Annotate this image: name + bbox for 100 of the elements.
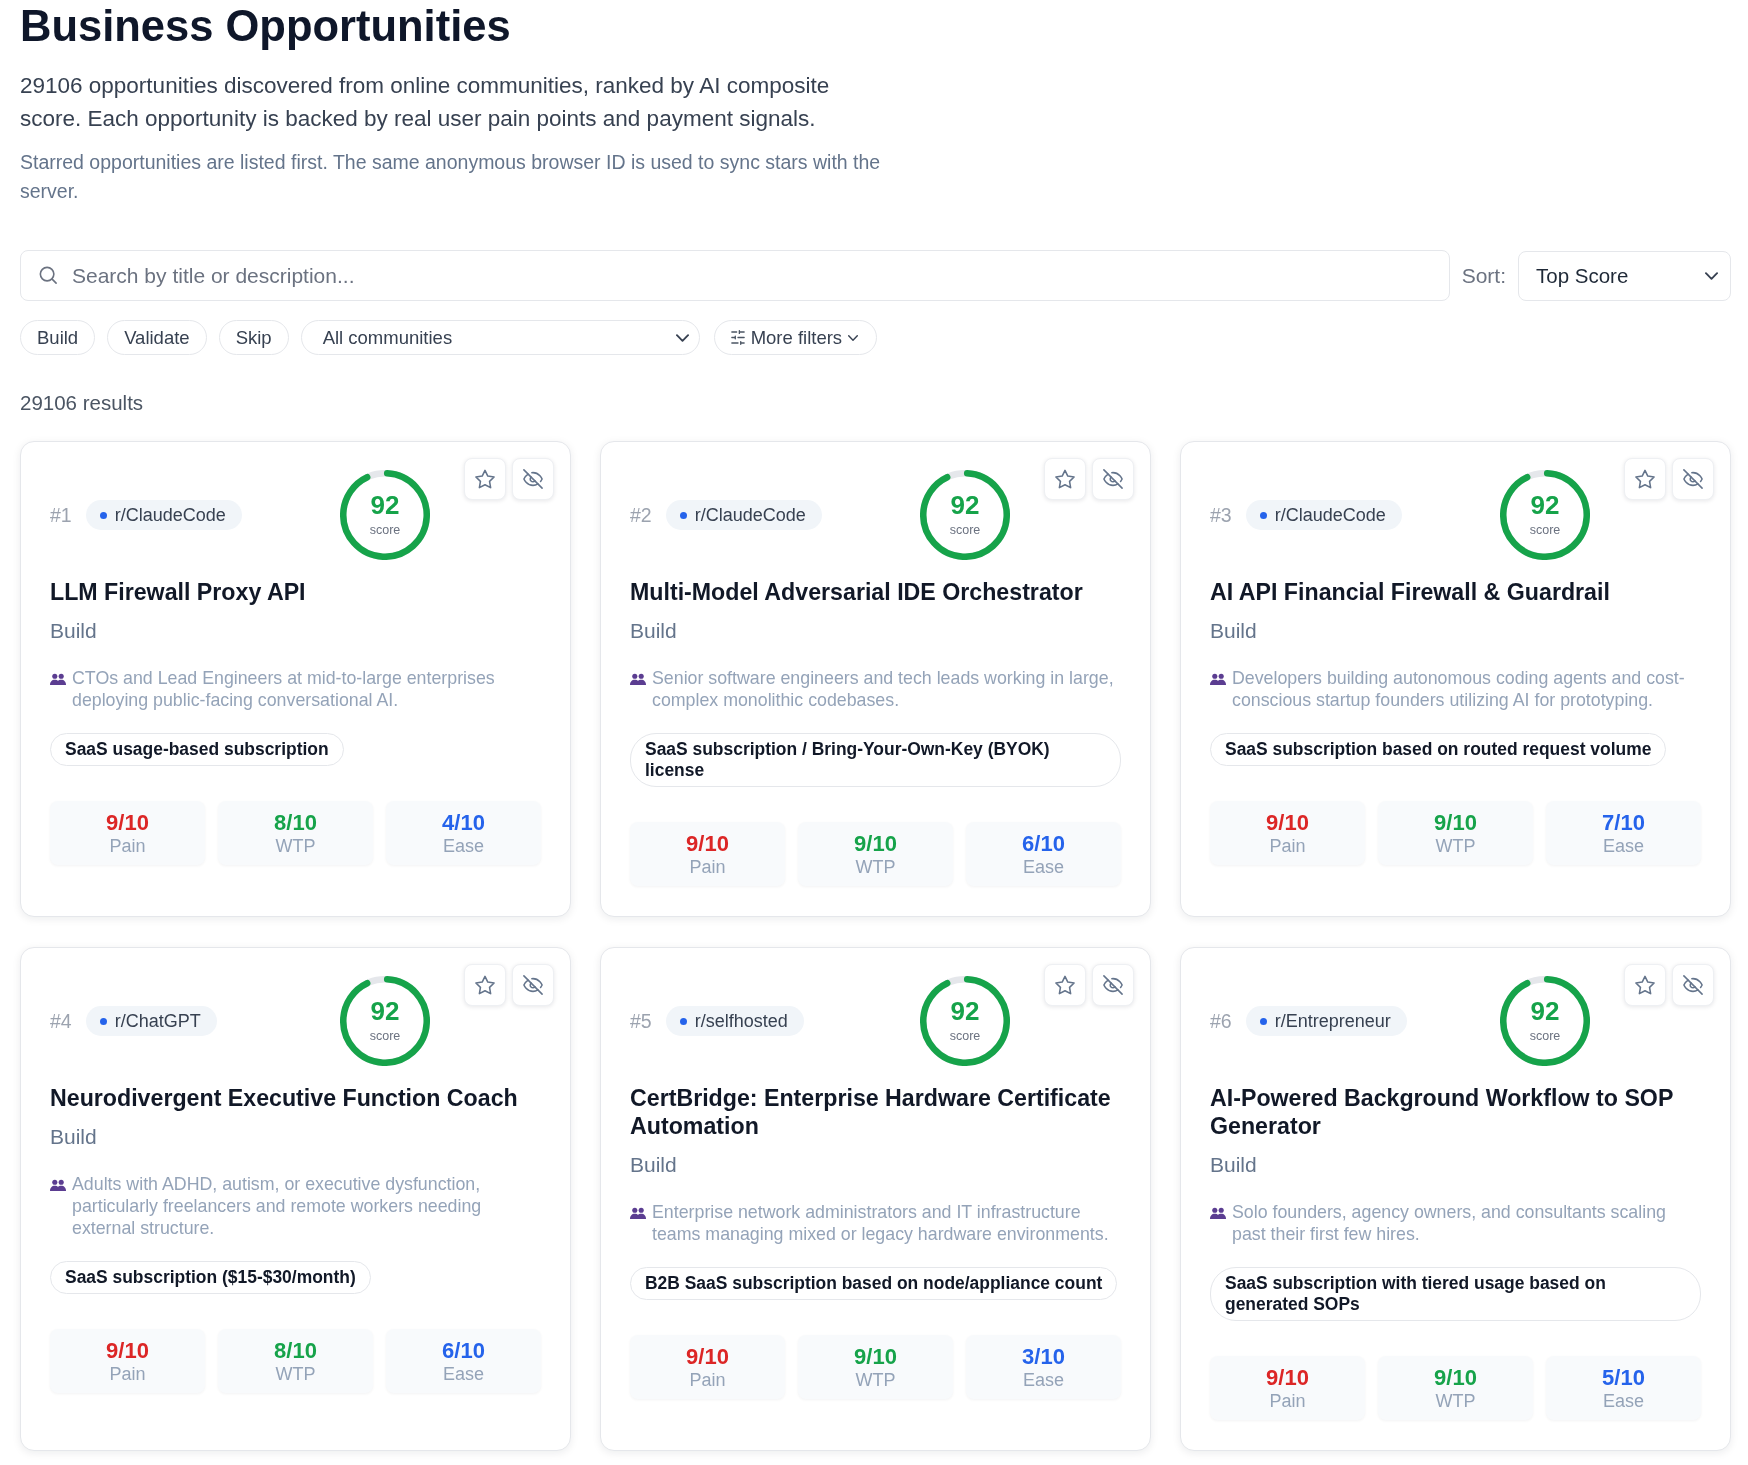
eye-off-icon bbox=[1103, 975, 1123, 995]
filter-chip[interactable]: Build bbox=[20, 320, 96, 355]
metric-value: 6/10 bbox=[1021, 832, 1066, 856]
metric-value: 9/10 bbox=[685, 832, 730, 856]
community-tag[interactable]: r/ClaudeCode bbox=[1245, 500, 1402, 530]
eye-off-icon bbox=[523, 975, 543, 995]
hide-button[interactable] bbox=[1672, 458, 1714, 500]
metric-value: 9/10 bbox=[853, 832, 898, 856]
chevron-down-icon bbox=[1705, 271, 1718, 280]
score-label: score bbox=[1529, 1027, 1561, 1044]
metric-value: 8/10 bbox=[273, 811, 318, 835]
more-filters-button[interactable]: More filters bbox=[713, 320, 878, 355]
rank-number: #4 bbox=[50, 1009, 72, 1033]
metric-label: Pain bbox=[1268, 835, 1307, 857]
hide-button[interactable] bbox=[512, 964, 554, 1006]
card-title: AI-Powered Background Workflow to SOP Generator bbox=[1210, 1084, 1674, 1140]
metric-value: 3/10 bbox=[1021, 1345, 1066, 1369]
community-name: r/ChatGPT bbox=[114, 1010, 201, 1032]
metric-value: 8/10 bbox=[273, 1339, 318, 1363]
metric-value: 9/10 bbox=[1265, 1366, 1310, 1390]
star-button[interactable] bbox=[1044, 458, 1086, 500]
eye-off-icon bbox=[1103, 469, 1123, 489]
eye-off-icon bbox=[1683, 975, 1703, 995]
metric-value: 9/10 bbox=[685, 1345, 730, 1369]
category-text: Build bbox=[1210, 618, 1258, 644]
filter-chip[interactable]: Skip bbox=[218, 320, 289, 355]
star-button[interactable] bbox=[1624, 964, 1666, 1006]
audience-text: Developers building autonomous coding agents and cost-conscious startup founders utilizing AI for prototyping. bbox=[1232, 667, 1686, 711]
sort-dropdown[interactable]: Top Score bbox=[1518, 250, 1731, 301]
metric-label: Pain bbox=[108, 835, 147, 857]
metric-label: Ease bbox=[442, 1363, 485, 1385]
rank-number: #5 bbox=[630, 1009, 652, 1033]
dot-icon bbox=[99, 511, 107, 519]
audience-text: Solo founders, agency owners, and consultants scaling past their first few hires. bbox=[1232, 1201, 1667, 1245]
star-button[interactable] bbox=[1044, 964, 1086, 1006]
rank-number: #6 bbox=[1210, 1009, 1232, 1033]
filter-chip[interactable]: Validate bbox=[107, 320, 207, 355]
star-button[interactable] bbox=[1624, 458, 1666, 500]
audience-text: Adults with ADHD, autism, or executive dysfunction, particularly freelancers and remote workers needing external structure. bbox=[72, 1173, 483, 1239]
hide-button[interactable] bbox=[1672, 964, 1714, 1006]
rank-number: #2 bbox=[630, 503, 652, 527]
community-dropdown[interactable]: All communities bbox=[300, 320, 700, 355]
community-name: r/ClaudeCode bbox=[1274, 504, 1386, 526]
score-value: 92 bbox=[370, 996, 400, 1025]
card-title: Neurodivergent Executive Function Coach bbox=[50, 1084, 519, 1112]
score-label: score bbox=[1529, 521, 1561, 538]
community-name: r/selfhosted bbox=[694, 1010, 788, 1032]
community-tag[interactable]: r/ClaudeCode bbox=[665, 500, 822, 530]
metric-label: WTP bbox=[854, 1369, 897, 1391]
search-field[interactable]: Search by title or description... bbox=[20, 250, 1450, 301]
community-tag[interactable]: r/Entrepreneur bbox=[1245, 1006, 1407, 1036]
score-value: 92 bbox=[950, 490, 980, 519]
community-tag[interactable]: r/selfhosted bbox=[665, 1006, 804, 1036]
category-text: Build bbox=[630, 1152, 678, 1178]
audience-text: Senior software engineers and tech leads working in large, complex monolithic codebases. bbox=[652, 667, 1115, 711]
hide-button[interactable] bbox=[1092, 964, 1134, 1006]
people-icon bbox=[1210, 1207, 1226, 1219]
people-icon bbox=[630, 673, 646, 685]
dot-icon bbox=[99, 1017, 107, 1025]
star-button[interactable] bbox=[464, 964, 506, 1006]
people-icon bbox=[50, 1179, 66, 1191]
metric-value: 9/10 bbox=[1265, 811, 1310, 835]
star-button[interactable] bbox=[464, 458, 506, 500]
metric-value: 4/10 bbox=[441, 811, 486, 835]
page-description: 29106 opportunities discovered from online communities, ranked by AI composite score. Each opportunity is backed by real user pain points and payment signals. bbox=[20, 72, 831, 133]
metric-value: 9/10 bbox=[105, 811, 150, 835]
community-name: r/ClaudeCode bbox=[694, 504, 806, 526]
community-tag[interactable]: r/ChatGPT bbox=[85, 1006, 217, 1036]
page-title: Business Opportunities bbox=[20, 1, 512, 52]
search-icon bbox=[39, 266, 57, 284]
metric-label: WTP bbox=[274, 1363, 317, 1385]
metric-label: Pain bbox=[1268, 1390, 1307, 1412]
chevron-down-icon bbox=[675, 333, 689, 342]
card-title: AI API Financial Firewall & Guardrail bbox=[1210, 578, 1611, 606]
card-title: Multi-Model Adversarial IDE Orchestrator bbox=[630, 578, 1084, 606]
score-label: score bbox=[949, 1027, 981, 1044]
people-icon bbox=[50, 673, 66, 685]
dot-icon bbox=[1259, 511, 1267, 519]
metric-value: 5/10 bbox=[1601, 1366, 1646, 1390]
hide-button[interactable] bbox=[1092, 458, 1134, 500]
page-note: Starred opportunities are listed first. The same anonymous browser ID is used to sync stars with the server. bbox=[20, 150, 882, 204]
community-name: r/Entrepreneur bbox=[1274, 1010, 1391, 1032]
audience-text: CTOs and Lead Engineers at mid-to-large enterprises deploying public-facing conversational AI. bbox=[72, 667, 496, 711]
revenue-model-tag: SaaS subscription / Bring-Your-Own-Key (BYOK) license bbox=[630, 733, 1121, 787]
dot-icon bbox=[1259, 1017, 1267, 1025]
hide-button[interactable] bbox=[512, 458, 554, 500]
score-label: score bbox=[949, 521, 981, 538]
community-tag[interactable]: r/ClaudeCode bbox=[85, 500, 242, 530]
metric-label: Ease bbox=[1022, 1369, 1065, 1391]
sort-label: Sort: bbox=[1461, 263, 1506, 288]
metric-value: 9/10 bbox=[1433, 811, 1478, 835]
metric-label: WTP bbox=[1434, 835, 1477, 857]
metric-label: Ease bbox=[442, 835, 485, 857]
metric-label: Ease bbox=[1022, 856, 1065, 878]
score-value: 92 bbox=[1530, 996, 1560, 1025]
eye-off-icon bbox=[1683, 469, 1703, 489]
card-title: LLM Firewall Proxy API bbox=[50, 578, 307, 606]
revenue-model-tag: SaaS subscription with tiered usage based on generated SOPs bbox=[1210, 1267, 1701, 1321]
metric-label: Pain bbox=[688, 1369, 727, 1391]
people-icon bbox=[1210, 673, 1226, 685]
